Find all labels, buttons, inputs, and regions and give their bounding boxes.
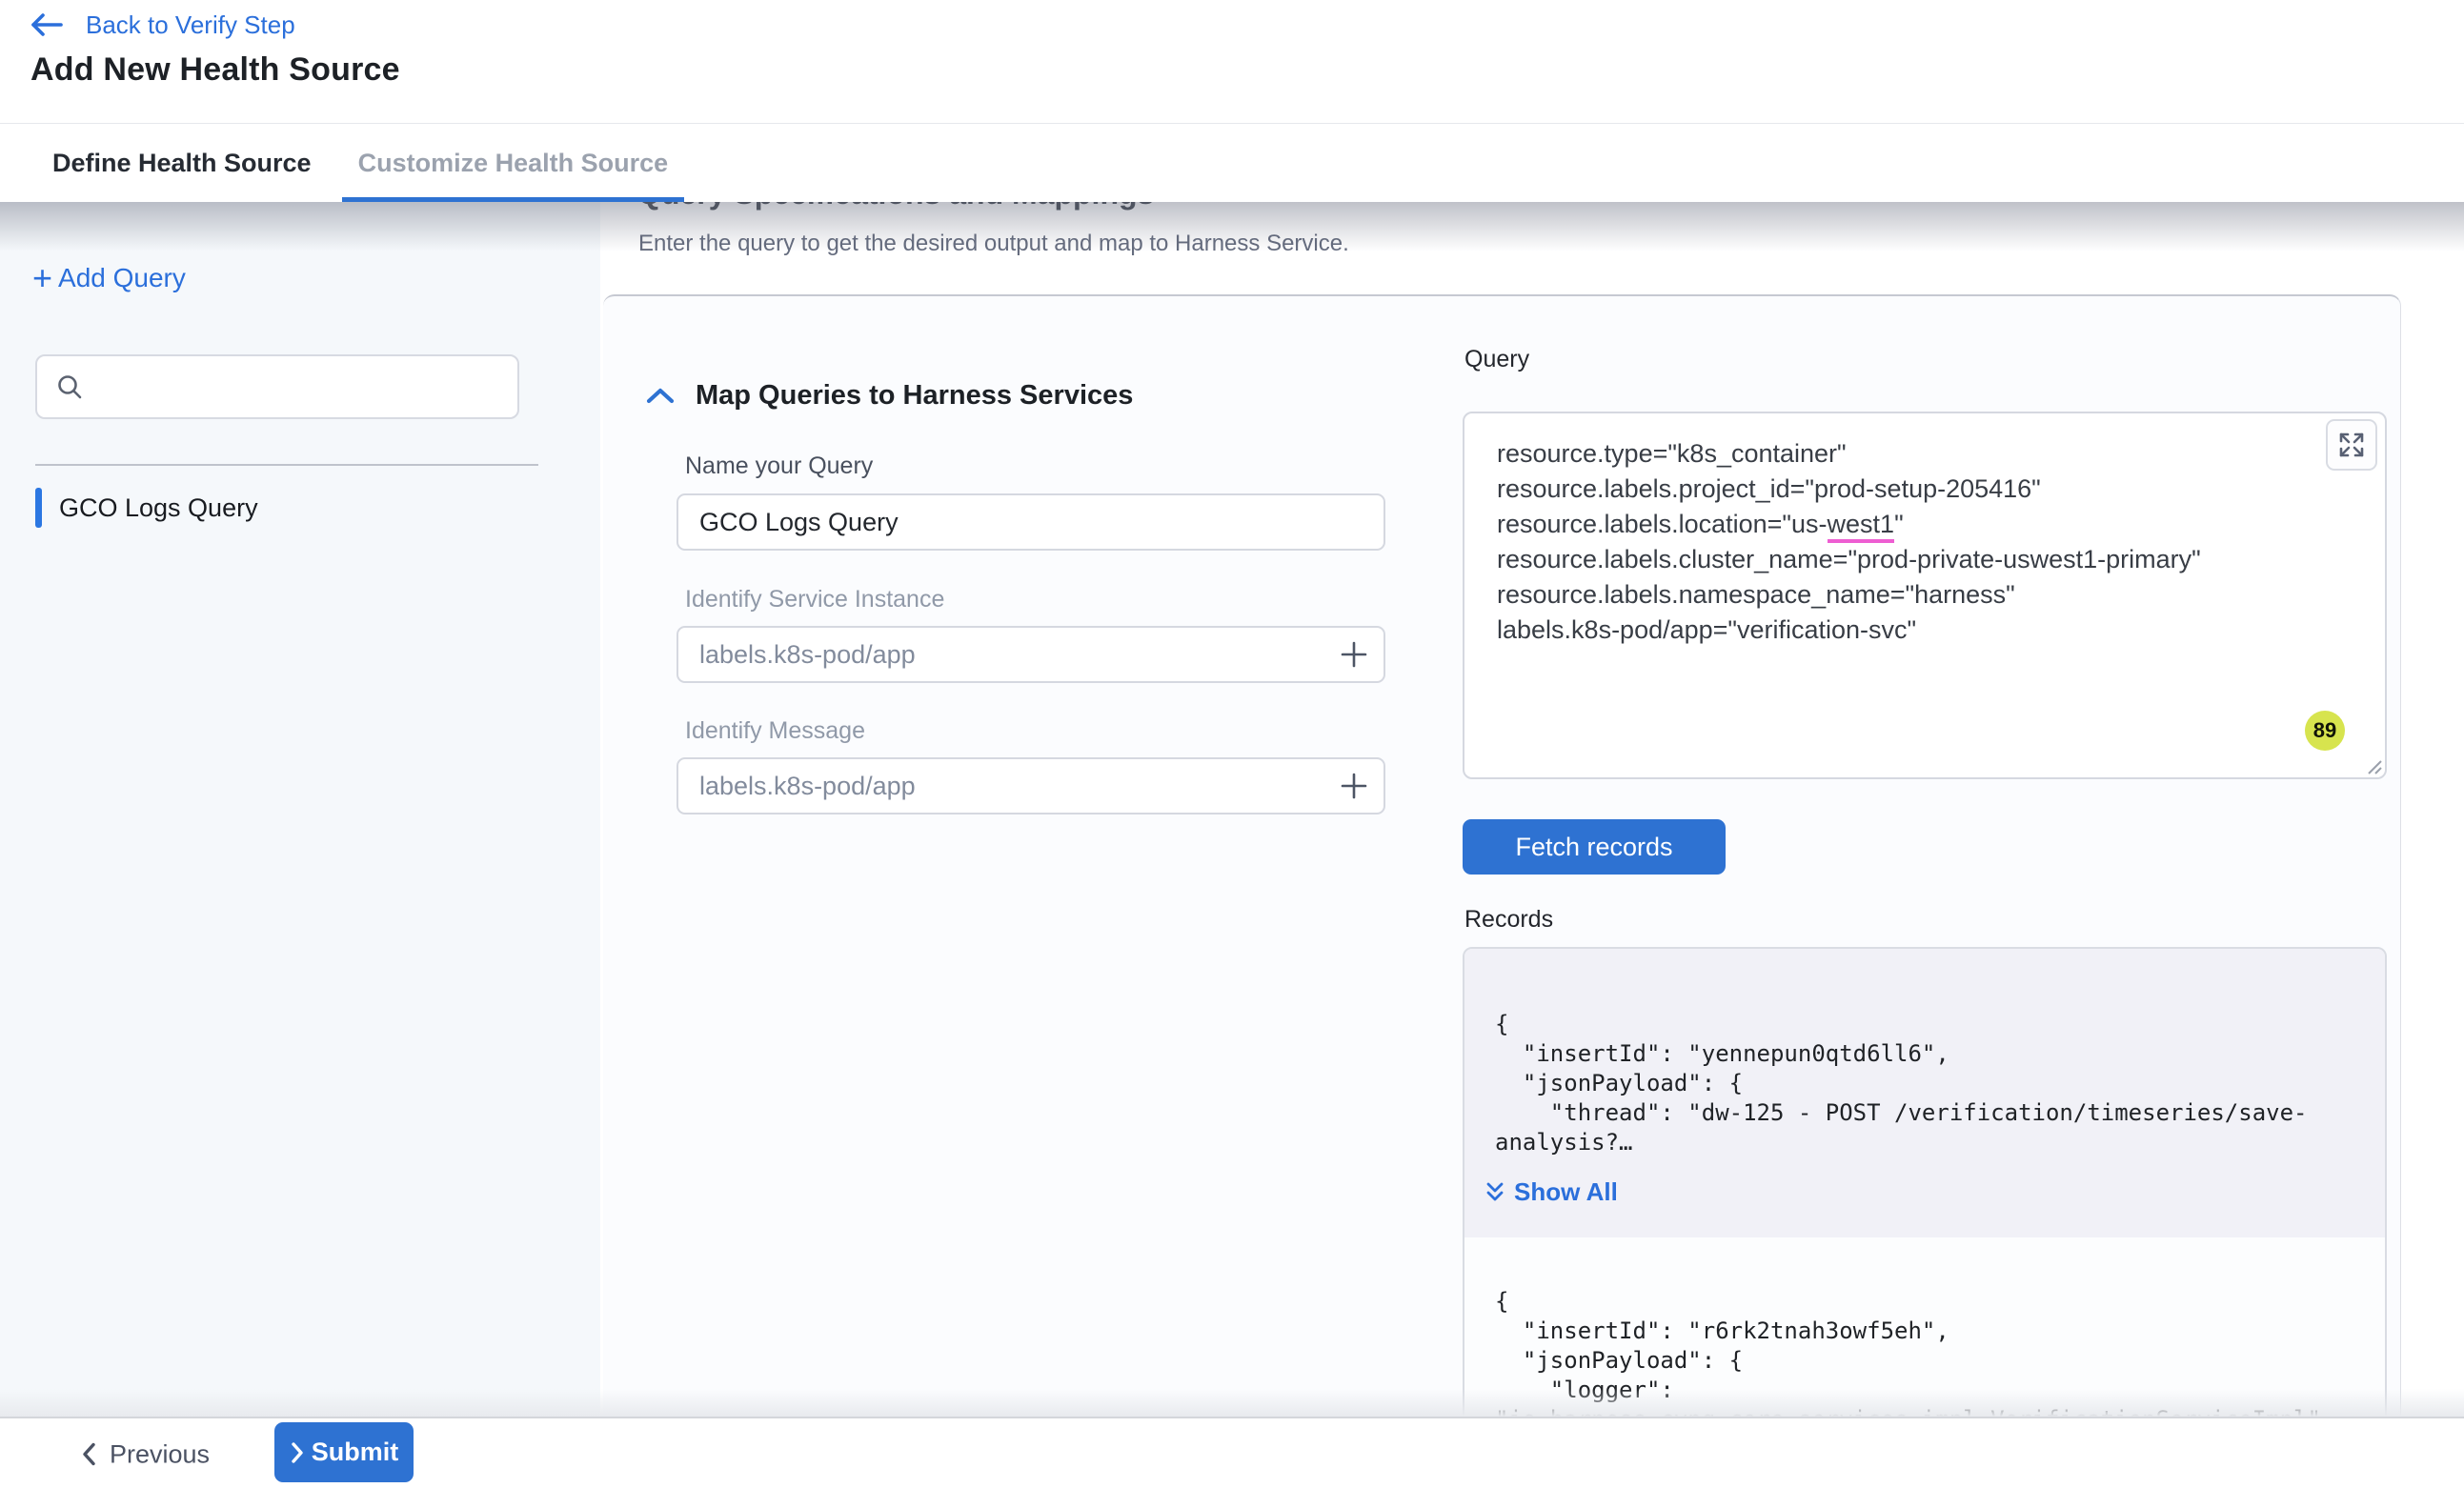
query-mapping-card: Map Queries to Harness Services Name you…: [603, 294, 2401, 1418]
sidebar-divider: [35, 464, 538, 466]
fetch-records-button[interactable]: Fetch records: [1463, 819, 1726, 875]
expand-query-button[interactable]: [2326, 419, 2377, 471]
section-title: Query Specifications and Mappings: [637, 202, 1154, 211]
query-label: Query: [1464, 346, 1529, 373]
tab-define-health-source[interactable]: Define Health Source: [52, 124, 312, 202]
identify-service-instance-label: Identify Service Instance: [685, 586, 944, 613]
show-all-label: Show All: [1514, 1177, 1618, 1207]
section-subtitle: Enter the query to get the desired outpu…: [638, 231, 1349, 257]
chevron-up-icon: [645, 387, 676, 404]
back-link-label: Back to Verify Step: [86, 10, 295, 40]
active-tab-underline: [342, 197, 685, 202]
resize-handle[interactable]: [2363, 755, 2382, 774]
content-scroll-area: + Add Query GCO Logs Query Query Specifi…: [0, 202, 2464, 1418]
double-chevron-down-icon: [1485, 1181, 1505, 1204]
add-message-button[interactable]: [1335, 767, 1373, 805]
query-name-input[interactable]: [677, 493, 1385, 551]
query-search-box: [35, 354, 519, 419]
name-query-label: Name your Query: [685, 452, 873, 480]
tab-customize-health-source[interactable]: Customize Health Source: [342, 124, 685, 202]
tab-bar: Define Health Source Customize Health So…: [0, 124, 2464, 202]
submit-label: Submit: [312, 1438, 399, 1467]
query-code: resource.type="k8s_container"resource.la…: [1464, 413, 2385, 648]
identify-message-input[interactable]: [677, 757, 1385, 814]
selected-item-bar: [35, 488, 42, 528]
arrow-left-icon: [29, 11, 65, 38]
service-instance-input[interactable]: [677, 626, 1385, 683]
query-item-label: GCO Logs Query: [59, 493, 258, 523]
add-query-button[interactable]: + Add Query: [32, 263, 186, 293]
scroll-bottom-shadow: [0, 1389, 2464, 1418]
back-to-verify-step-link[interactable]: Back to Verify Step: [29, 4, 295, 46]
header: Back to Verify Step Add New Health Sourc…: [0, 0, 2464, 124]
record-item-1[interactable]: { "insertId": "yennepun0qtd6ll6", "jsonP…: [1464, 949, 2385, 1237]
records-container: { "insertId": "yennepun0qtd6ll6", "jsonP…: [1463, 947, 2387, 1418]
sidebar-item-gco-logs-query[interactable]: GCO Logs Query: [35, 488, 258, 528]
footer: Previous Submit: [0, 1420, 2464, 1488]
query-textarea[interactable]: resource.type="k8s_container"resource.la…: [1463, 412, 2387, 779]
previous-label: Previous: [110, 1439, 210, 1469]
search-input[interactable]: [98, 356, 517, 417]
query-sidebar: + Add Query GCO Logs Query: [0, 202, 600, 1418]
submit-button[interactable]: Submit: [274, 1422, 414, 1482]
add-service-instance-button[interactable]: [1335, 635, 1373, 674]
tab-customize-label: Customize Health Source: [358, 149, 669, 178]
previous-button[interactable]: Previous: [80, 1439, 210, 1469]
character-count-badge: 89: [2305, 711, 2345, 751]
record-1-json: { "insertId": "yennepun0qtd6ll6", "jsonP…: [1464, 949, 2385, 1157]
show-all-link[interactable]: Show All: [1485, 1177, 1618, 1207]
page-title: Add New Health Source: [30, 51, 400, 89]
add-query-label: Add Query: [58, 263, 186, 293]
chevron-right-icon: [290, 1441, 304, 1464]
identify-message-label: Identify Message: [685, 717, 865, 745]
collapse-section-button[interactable]: [645, 387, 676, 404]
add-health-source-page: Back to Verify Step Add New Health Sourc…: [0, 0, 2464, 1488]
plus-icon: +: [32, 265, 52, 292]
map-queries-heading: Map Queries to Harness Services: [696, 380, 1133, 412]
search-icon: [54, 372, 85, 402]
expand-icon: [2338, 432, 2365, 458]
main-panel: Query Specifications and Mappings Enter …: [600, 202, 2464, 1418]
header-divider: [0, 123, 2464, 124]
chevron-left-icon: [80, 1442, 96, 1467]
records-label: Records: [1464, 906, 1553, 934]
